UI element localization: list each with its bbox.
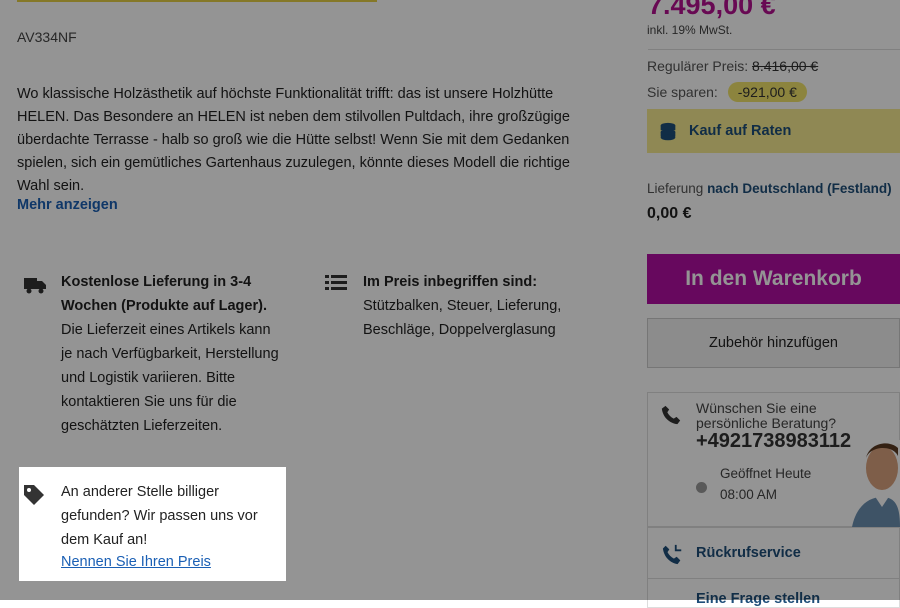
truck-icon (24, 278, 46, 294)
phone-icon (661, 405, 681, 425)
regular-price: Regulärer Preis: 8.416,00 € (647, 58, 818, 74)
product-description: Wo klassische Holzästhetik auf höchste F… (17, 86, 570, 194)
coins-icon (660, 122, 676, 141)
advisor-avatar (852, 440, 900, 527)
savings-badge: -921,00 € (727, 82, 807, 102)
delivery-price: 0,00 € (647, 205, 692, 222)
top-accent-bar (17, 0, 377, 2)
vat-note: inkl. 19% MwSt. (647, 23, 733, 37)
ask-question-label: Eine Frage stellen (696, 591, 821, 607)
delivery-destination-link[interactable]: nach Deutschland (Festland) (707, 181, 892, 196)
delivery-text: Die Lieferzeit eines Artikels kann je na… (61, 322, 279, 434)
show-more-link[interactable]: Mehr anzeigen (17, 197, 118, 213)
installment-button[interactable]: Kauf auf Raten (647, 109, 900, 153)
savings-label: Sie sparen: (647, 84, 718, 100)
included-title: Im Preis inbegriffen sind: (363, 274, 538, 290)
advice-title: Wünschen Sie eine persönliche Beratung? (696, 400, 837, 431)
tag-icon (24, 485, 44, 505)
name-your-price-link[interactable]: Nennen Sie Ihren Preis (61, 554, 211, 570)
list-icon (325, 275, 347, 290)
delivery-destination: Lieferung nach Deutschland (Festland) (647, 181, 892, 196)
product-sku: AV334NF (17, 29, 77, 45)
included-feature: Im Preis inbegriffen sind: Stützbalken, … (363, 270, 593, 342)
installment-label: Kauf auf Raten (689, 123, 792, 139)
callback-label: Rückrufservice (696, 545, 801, 561)
delivery-title: Kostenlose Lieferung in 3-4 Wochen (Prod… (61, 274, 267, 314)
delivery-prefix: Lieferung (647, 181, 704, 196)
open-status: Geöffnet Heute (720, 466, 812, 481)
phone-number[interactable]: +4921738983112 (696, 430, 851, 453)
product-price: 7.495,00 € (648, 0, 776, 20)
regular-price-value: 8.416,00 € (752, 58, 819, 74)
savings: Sie sparen: -921,00 € (647, 82, 807, 102)
add-accessories-button[interactable]: Zubehör hinzufügen (647, 318, 900, 368)
opening-hours: 08:00 AM (720, 487, 778, 502)
price-match-text: An anderer Stelle billiger gefunden? Wir… (61, 484, 258, 548)
add-to-cart-button[interactable]: In den Warenkorb (647, 254, 900, 304)
regular-price-label: Regulärer Preis: (647, 58, 749, 74)
included-text: Stützbalken, Steuer, Lieferung, Beschläg… (363, 298, 562, 338)
status-dot (696, 482, 707, 493)
callback-icon (662, 544, 682, 565)
divider (648, 49, 900, 50)
delivery-feature: Kostenlose Lieferung in 3-4 Wochen (Prod… (61, 270, 281, 438)
